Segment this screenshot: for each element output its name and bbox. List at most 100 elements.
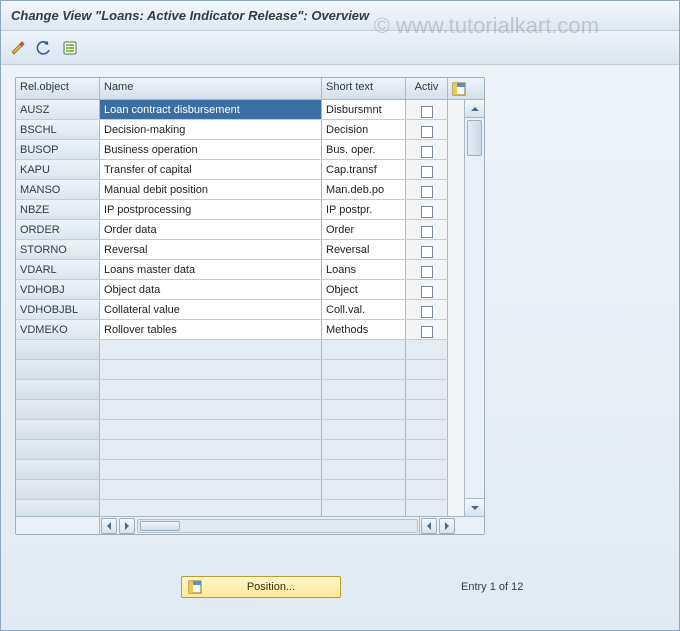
cell-relobject[interactable]: ORDER — [16, 220, 100, 239]
cell-name[interactable]: Loan contract disbursement — [100, 100, 322, 119]
table-row[interactable]: BSCHLDecision-makingDecision — [16, 120, 448, 140]
activ-checkbox[interactable] — [421, 106, 433, 118]
cell-relobject[interactable]: AUSZ — [16, 100, 100, 119]
empty-cell — [16, 360, 100, 379]
table-row[interactable]: NBZEIP postprocessingIP postpr. — [16, 200, 448, 220]
cell-name[interactable]: Order data — [100, 220, 322, 239]
hscroll-track[interactable] — [137, 519, 418, 533]
cell-relobject[interactable]: STORNO — [16, 240, 100, 259]
activ-checkbox[interactable] — [421, 286, 433, 298]
activ-checkbox[interactable] — [421, 266, 433, 278]
undo-button[interactable] — [33, 37, 55, 59]
cell-shorttext[interactable]: Object — [322, 280, 406, 299]
scroll-thumb[interactable] — [467, 120, 482, 156]
title-bar: Change View "Loans: Active Indicator Rel… — [1, 1, 679, 31]
cell-activ[interactable] — [406, 200, 448, 219]
table-row[interactable]: MANSOManual debit positionMan.deb.po — [16, 180, 448, 200]
activ-checkbox[interactable] — [421, 326, 433, 338]
table-row[interactable]: KAPUTransfer of capitalCap.transf — [16, 160, 448, 180]
hscroll-right-button[interactable] — [119, 518, 135, 534]
col-header-shorttext[interactable]: Short text — [322, 78, 406, 99]
cell-shorttext[interactable]: Man.deb.po — [322, 180, 406, 199]
cell-relobject[interactable]: MANSO — [16, 180, 100, 199]
cell-relobject[interactable]: BUSOP — [16, 140, 100, 159]
cell-shorttext[interactable]: Disbursmnt — [322, 100, 406, 119]
activ-checkbox[interactable] — [421, 246, 433, 258]
cell-shorttext[interactable]: Bus. oper. — [322, 140, 406, 159]
activ-checkbox[interactable] — [421, 206, 433, 218]
activ-checkbox[interactable] — [421, 306, 433, 318]
table-row[interactable]: ORDEROrder dataOrder — [16, 220, 448, 240]
hscroll-left-button-2[interactable] — [421, 518, 437, 534]
empty-cell — [16, 340, 100, 359]
table-row[interactable]: VDHOBJObject dataObject — [16, 280, 448, 300]
chevron-right-icon — [444, 522, 450, 530]
cell-shorttext[interactable]: Reversal — [322, 240, 406, 259]
table-row — [16, 480, 448, 500]
activ-checkbox[interactable] — [421, 186, 433, 198]
cell-activ[interactable] — [406, 160, 448, 179]
cell-name[interactable]: Business operation — [100, 140, 322, 159]
select-all-button[interactable] — [59, 37, 81, 59]
cell-relobject[interactable]: VDARL — [16, 260, 100, 279]
table-row[interactable]: VDARLLoans master dataLoans — [16, 260, 448, 280]
cell-shorttext[interactable]: Methods — [322, 320, 406, 339]
table-row[interactable]: VDMEKORollover tablesMethods — [16, 320, 448, 340]
cell-name[interactable]: IP postprocessing — [100, 200, 322, 219]
activ-checkbox[interactable] — [421, 166, 433, 178]
cell-activ[interactable] — [406, 220, 448, 239]
table-row[interactable]: AUSZLoan contract disbursementDisbursmnt — [16, 100, 448, 120]
table-row[interactable]: VDHOBJBLCollateral valueColl.val. — [16, 300, 448, 320]
col-header-activ[interactable]: Activ — [406, 78, 448, 99]
cell-name[interactable]: Rollover tables — [100, 320, 322, 339]
table-row — [16, 500, 448, 516]
cell-name[interactable]: Transfer of capital — [100, 160, 322, 179]
cell-activ[interactable] — [406, 180, 448, 199]
cell-relobject[interactable]: KAPU — [16, 160, 100, 179]
hscroll-left-button[interactable] — [101, 518, 117, 534]
cell-activ[interactable] — [406, 300, 448, 319]
cell-activ[interactable] — [406, 120, 448, 139]
cell-name[interactable]: Decision-making — [100, 120, 322, 139]
scroll-down-button[interactable] — [465, 498, 484, 516]
activ-checkbox[interactable] — [421, 126, 433, 138]
cell-relobject[interactable]: VDMEKO — [16, 320, 100, 339]
col-header-relobject[interactable]: Rel.object — [16, 78, 100, 99]
table-row[interactable]: BUSOPBusiness operationBus. oper. — [16, 140, 448, 160]
empty-cell — [406, 500, 448, 516]
cell-activ[interactable] — [406, 260, 448, 279]
table-row[interactable]: STORNOReversalReversal — [16, 240, 448, 260]
cell-shorttext[interactable]: Decision — [322, 120, 406, 139]
position-button[interactable]: Position... — [181, 576, 341, 598]
cell-shorttext[interactable]: Loans — [322, 260, 406, 279]
cell-activ[interactable] — [406, 140, 448, 159]
activ-checkbox[interactable] — [421, 226, 433, 238]
cell-activ[interactable] — [406, 280, 448, 299]
cell-relobject[interactable]: NBZE — [16, 200, 100, 219]
cell-name[interactable]: Manual debit position — [100, 180, 322, 199]
hscroll-thumb[interactable] — [140, 521, 180, 531]
cell-relobject[interactable]: VDHOBJBL — [16, 300, 100, 319]
scroll-up-button[interactable] — [465, 100, 484, 118]
grid-body: AUSZLoan contract disbursementDisbursmnt… — [16, 100, 484, 516]
cell-name[interactable]: Collateral value — [100, 300, 322, 319]
cell-shorttext[interactable]: Cap.transf — [322, 160, 406, 179]
hscroll-right-button-2[interactable] — [439, 518, 455, 534]
scroll-track[interactable] — [465, 118, 484, 498]
position-icon — [188, 580, 202, 594]
cell-activ[interactable] — [406, 240, 448, 259]
cell-relobject[interactable]: VDHOBJ — [16, 280, 100, 299]
cell-relobject[interactable]: BSCHL — [16, 120, 100, 139]
table-settings-button[interactable] — [448, 78, 470, 99]
cell-name[interactable]: Reversal — [100, 240, 322, 259]
col-header-name[interactable]: Name — [100, 78, 322, 99]
toggle-change-button[interactable] — [7, 37, 29, 59]
cell-shorttext[interactable]: IP postpr. — [322, 200, 406, 219]
cell-name[interactable]: Loans master data — [100, 260, 322, 279]
activ-checkbox[interactable] — [421, 146, 433, 158]
cell-activ[interactable] — [406, 100, 448, 119]
cell-activ[interactable] — [406, 320, 448, 339]
cell-shorttext[interactable]: Order — [322, 220, 406, 239]
cell-shorttext[interactable]: Coll.val. — [322, 300, 406, 319]
cell-name[interactable]: Object data — [100, 280, 322, 299]
